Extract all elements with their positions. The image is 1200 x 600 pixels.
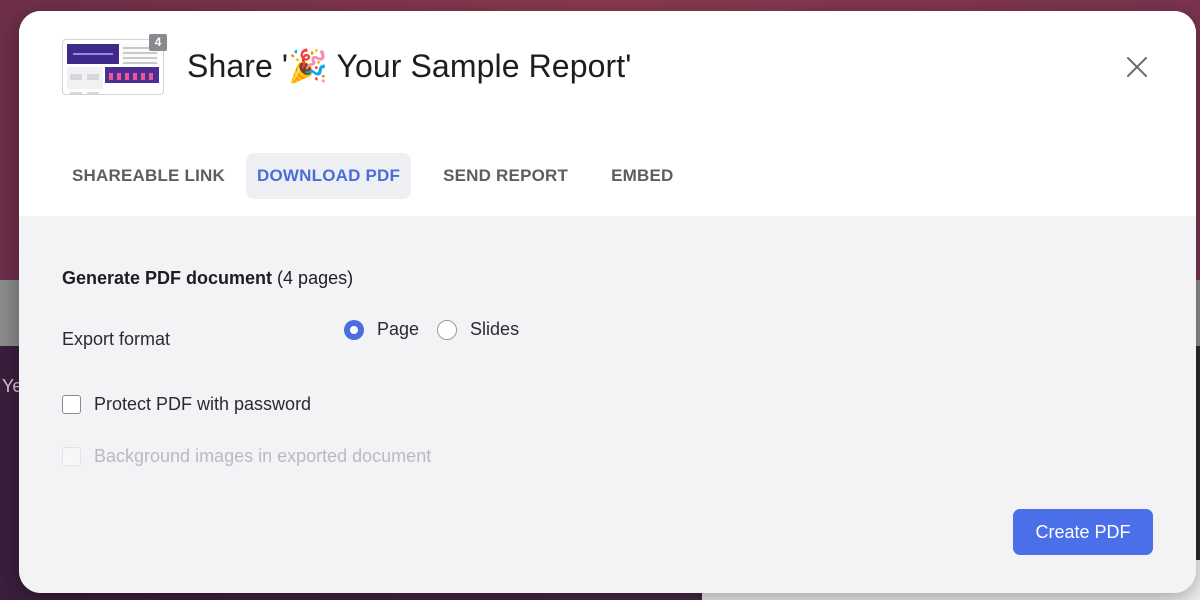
share-tabs: SHAREABLE LINK DOWNLOAD PDF SEND REPORT … (55, 153, 695, 199)
export-format-label: Export format (62, 329, 171, 349)
modal-title: Share '🎉 Your Sample Report' (187, 48, 632, 84)
modal-header: 4 Share '🎉 Your Sample Report' SHAREABLE… (19, 11, 1196, 216)
radio-page[interactable] (344, 319, 364, 340)
tab-embed[interactable]: EMBED (600, 153, 684, 199)
share-modal: 4 Share '🎉 Your Sample Report' SHAREABLE… (19, 11, 1196, 593)
radio-slides[interactable] (437, 319, 458, 340)
tab-send-report[interactable]: SEND REPORT (432, 153, 579, 199)
heading-page-count: (4 pages) (272, 268, 354, 288)
tab-shareable-link[interactable]: SHAREABLE LINK (61, 153, 236, 199)
page-count-badge: 4 (149, 34, 167, 51)
download-pdf-panel: Generate PDF document (4 pages) Export f… (19, 216, 1196, 593)
protect-pdf-label[interactable]: Protect PDF with password (94, 394, 311, 415)
background-images-label: Background images in exported document (94, 446, 432, 466)
close-icon[interactable] (1125, 55, 1149, 79)
protect-pdf-checkbox[interactable] (62, 395, 81, 414)
background-images-row: Background images in exported document (62, 446, 431, 467)
radio-page-label[interactable]: Page (377, 319, 419, 340)
tab-download-pdf[interactable]: DOWNLOAD PDF (245, 153, 412, 199)
protect-pdf-row: Protect PDF with password (62, 394, 311, 415)
background-images-checkbox (62, 447, 81, 466)
export-format-options: Page Slides (344, 319, 537, 340)
radio-slides-label[interactable]: Slides (470, 319, 519, 340)
create-pdf-button[interactable]: Create PDF (1013, 509, 1153, 555)
heading-bold: Generate PDF document (62, 268, 273, 288)
panel-heading: Generate PDF document (4 pages) (62, 268, 353, 289)
